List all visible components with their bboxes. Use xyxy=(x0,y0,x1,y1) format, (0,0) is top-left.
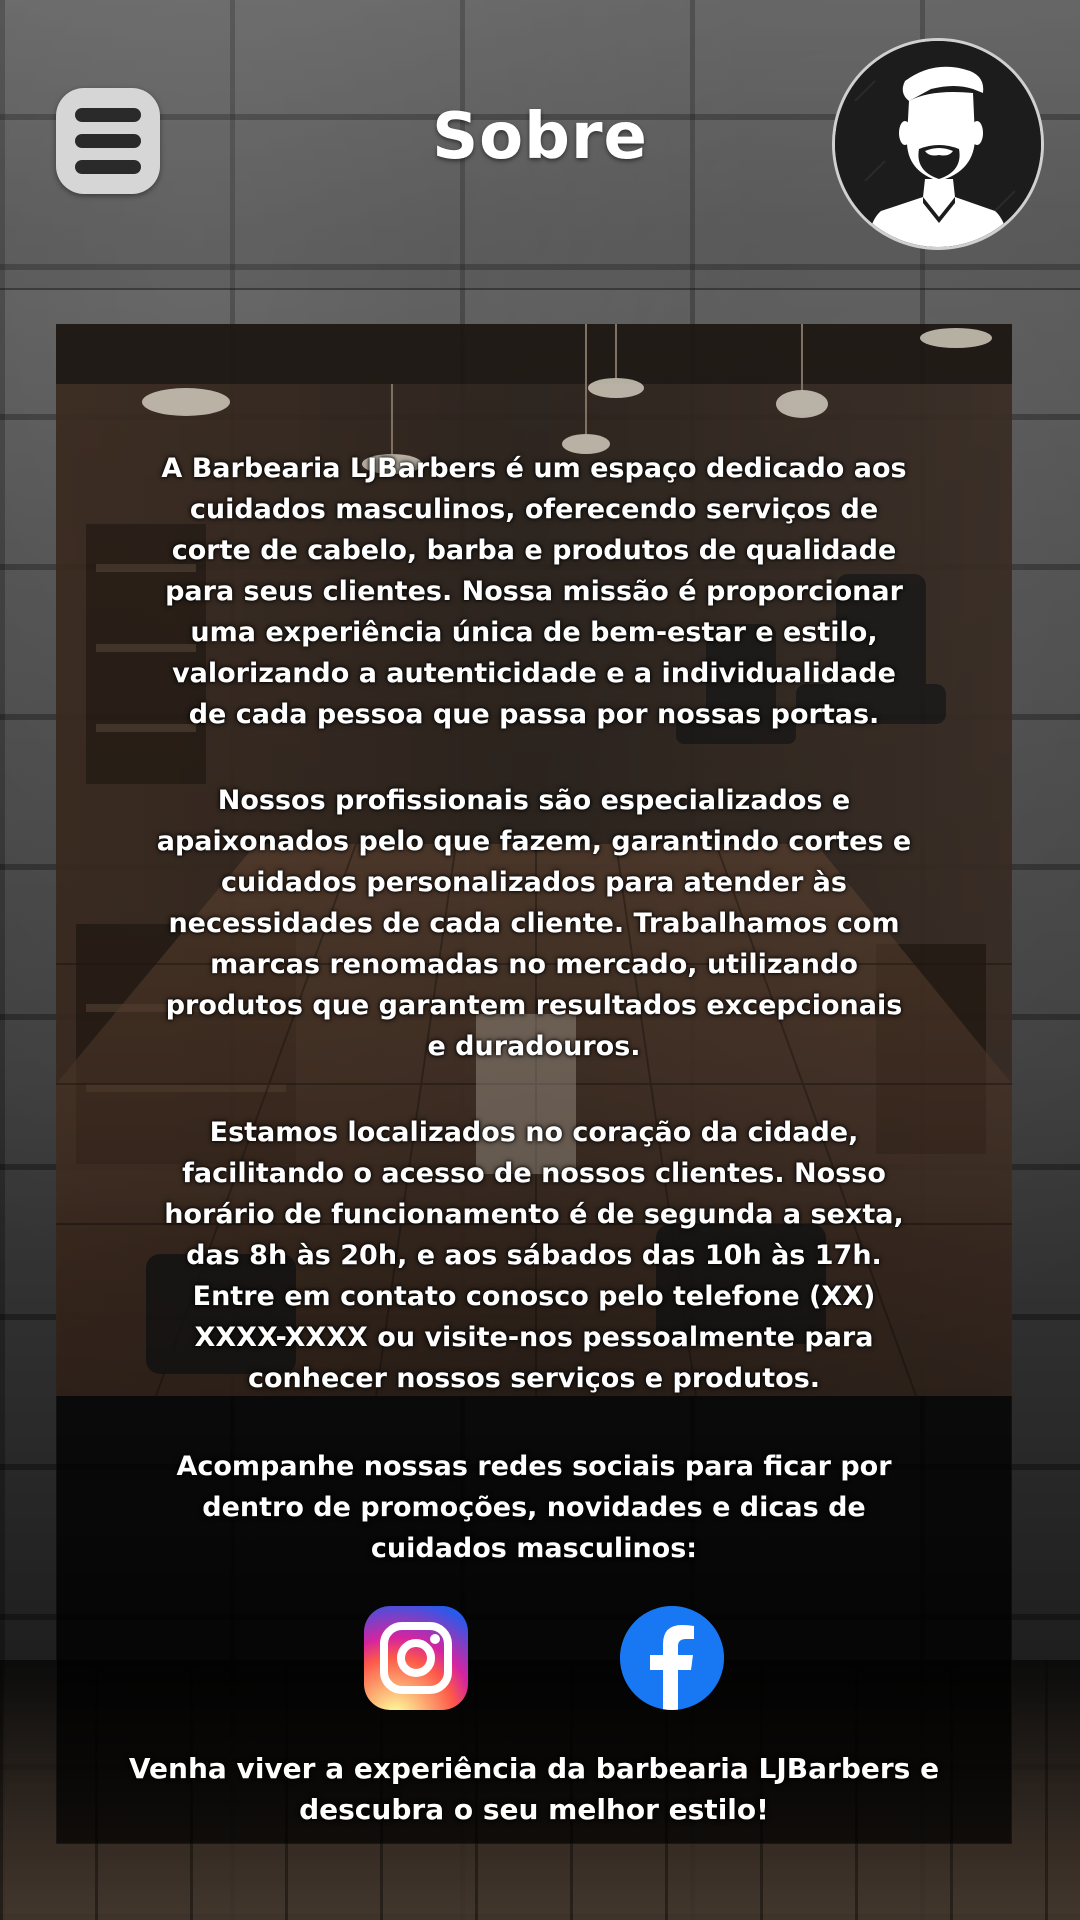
about-panel: A Barbearia LJBarbers é um espaço dedica… xyxy=(56,324,1012,1844)
facebook-link[interactable] xyxy=(620,1606,724,1710)
logo[interactable] xyxy=(832,38,1044,250)
closing-text: Venha viver a experiência da barbearia L… xyxy=(128,1752,940,1826)
bearded-man-logo-icon xyxy=(835,41,1041,247)
social-intro-text: Acompanhe nossas redes sociais para fica… xyxy=(176,1451,892,1564)
instagram-link[interactable] xyxy=(364,1606,468,1710)
facebook-icon xyxy=(620,1606,724,1710)
header: Sobre xyxy=(0,0,1080,290)
about-paragraph-1: A Barbearia LJBarbers é um espaço dedica… xyxy=(161,453,907,730)
about-paragraph-2: Nossos profissionais são especializados … xyxy=(156,785,912,1062)
about-paragraph-3: Estamos localizados no coração da cidade… xyxy=(164,1117,904,1394)
instagram-icon xyxy=(380,1622,452,1694)
